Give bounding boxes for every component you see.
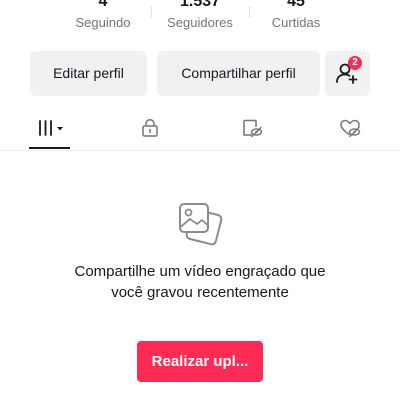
following-count: 4 <box>98 0 108 10</box>
lock-icon <box>142 119 158 137</box>
tab-videos[interactable] <box>21 110 81 148</box>
following-label: Seguindo <box>75 15 131 30</box>
followers-count: 1.537 <box>179 0 221 10</box>
add-friends-button[interactable]: 2 <box>325 51 370 96</box>
share-profile-button[interactable]: Compartilhar perfil <box>157 51 320 96</box>
tab-liked[interactable] <box>320 110 380 148</box>
upload-button[interactable]: Realizar upl... <box>137 341 263 382</box>
followers-stat[interactable]: 1.537 Seguidores <box>150 0 250 32</box>
edit-profile-button[interactable]: Editar perfil <box>30 51 147 96</box>
profile-stats: 4 Seguindo 1.537 Seguidores 45 Curtidas <box>0 0 400 40</box>
likes-stat[interactable]: 45 Curtidas <box>246 0 346 32</box>
profile-tabs <box>0 110 400 151</box>
empty-state-message: Compartilhe um vídeo engraçado que você … <box>74 263 326 301</box>
active-tab-indicator <box>29 147 70 149</box>
tab-private[interactable] <box>120 110 180 148</box>
followers-label: Seguidores <box>167 15 233 30</box>
photo-stack-icon <box>179 203 223 246</box>
grid-icon <box>39 120 63 136</box>
likes-count: 45 <box>287 0 305 10</box>
following-stat[interactable]: 4 Seguindo <box>53 0 153 32</box>
notification-badge: 2 <box>348 56 362 70</box>
liked-hidden-icon <box>340 119 361 138</box>
tab-reposts[interactable] <box>222 110 282 148</box>
likes-label: Curtidas <box>271 15 321 30</box>
repost-icon <box>243 119 263 138</box>
